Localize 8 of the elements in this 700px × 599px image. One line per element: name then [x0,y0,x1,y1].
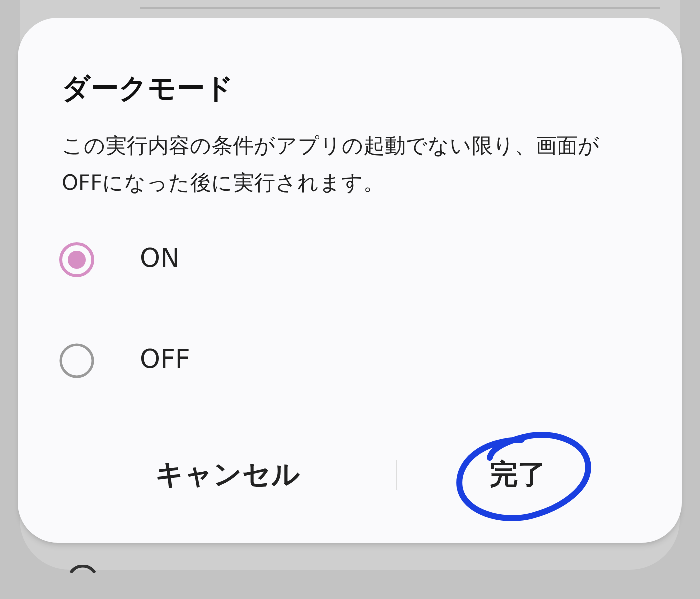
dialog-message: この実行内容の条件がアプリの起動でない限り、画面がOFFになった後に実行されます。 [62,133,601,197]
dialog-title: ダークモード [62,71,234,107]
option-label[interactable]: OFF [140,341,190,380]
cancel-button[interactable]: キャンセル [156,454,300,496]
radio-button[interactable] [58,240,96,278]
done-button[interactable]: 完了 [490,454,546,496]
radio-button[interactable] [58,342,96,380]
option-label[interactable]: ON [140,240,180,279]
